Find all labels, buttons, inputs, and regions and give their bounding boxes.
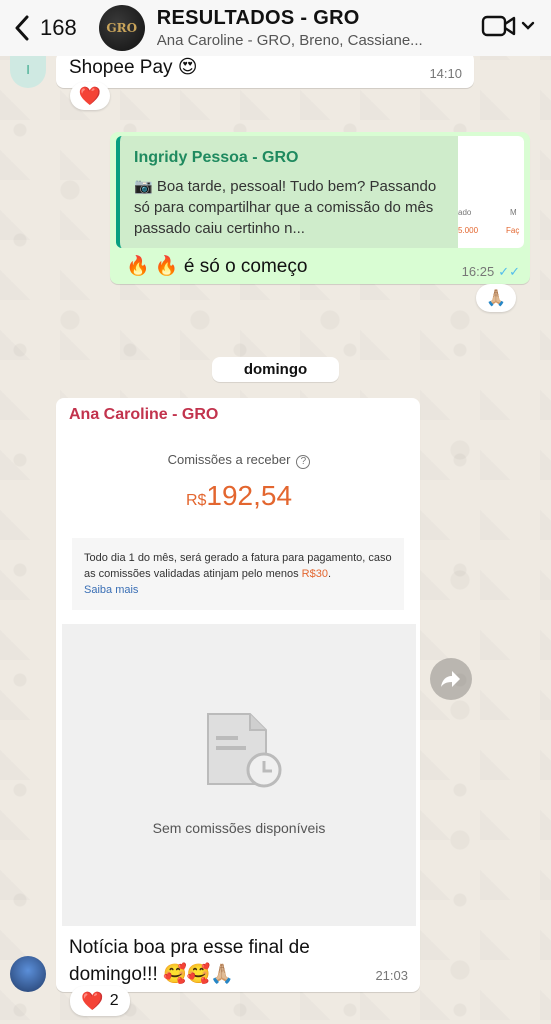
message-reaction[interactable]: ❤️ xyxy=(70,82,110,110)
learn-more-link: Saiba mais xyxy=(84,584,139,596)
info-end: . xyxy=(327,568,332,580)
image-attachment[interactable]: Comissões a receber? R$192,54 Todo dia 1… xyxy=(62,428,416,958)
back-chevron-icon xyxy=(15,15,29,41)
heart-reaction: ❤️ xyxy=(81,990,104,1011)
sender-initial: I xyxy=(26,62,30,77)
message-time: 14:10 xyxy=(429,66,462,81)
message-time: 21:03 xyxy=(375,968,408,983)
date-divider: domingo xyxy=(212,357,339,382)
chevron-down-icon xyxy=(521,21,535,30)
message-text: Shopee Pay 😍 xyxy=(69,57,198,78)
info-box: Todo dia 1 do mês, será gerado a fatura … xyxy=(72,538,404,610)
help-icon: ? xyxy=(296,455,311,469)
quoted-thumbnail: ado 5.000 M Faç xyxy=(458,136,524,248)
message-text: 🔥 🔥 é só o começo xyxy=(126,256,308,277)
thumb-text: M xyxy=(510,208,517,217)
info-amount: R$30 xyxy=(301,568,328,580)
quoted-message[interactable]: Ingridy Pessoa - GRO 📷 Boa tarde, pessoa… xyxy=(116,136,524,248)
heart-reaction: ❤️ xyxy=(78,85,102,106)
thumb-text: ado xyxy=(458,208,472,217)
commission-label-row: Comissões a receber? xyxy=(62,452,416,469)
empty-state: Sem comissões disponíveis xyxy=(62,624,416,926)
document-clock-icon xyxy=(207,713,282,788)
chat-title: RESULTADOS - GRO xyxy=(156,7,360,29)
video-call-icon xyxy=(481,15,516,37)
message-time-text: 16:25 xyxy=(461,264,495,279)
thumb-text: 5.000 xyxy=(458,226,479,235)
group-avatar[interactable]: GRO xyxy=(98,5,145,51)
amount-value: 192,54 xyxy=(206,480,293,511)
quoted-text: 📷 Boa tarde, pessoal! Tudo bem? Passando… xyxy=(134,178,437,237)
message-reaction[interactable]: 🙏🏼 xyxy=(476,284,516,312)
group-avatar-logo: GRO xyxy=(106,21,138,35)
sender-avatar[interactable] xyxy=(10,956,46,992)
commission-label: Comissões a receber xyxy=(167,452,291,467)
message-reaction[interactable]: ❤️ 2 xyxy=(70,986,130,1016)
reaction-count: 2 xyxy=(109,992,119,1009)
chat-title-area[interactable]: RESULTADOS - GRO Ana Caroline - GRO, Bre… xyxy=(157,7,447,49)
video-call-button[interactable] xyxy=(481,14,535,38)
unread-count: 168 xyxy=(40,15,77,40)
currency-symbol: R$ xyxy=(185,492,207,509)
info-text: Todo dia 1 do mês, será gerado a fatura … xyxy=(84,552,392,580)
message-time: 16:25 ✓✓ xyxy=(462,264,520,280)
thumb-text: Faç xyxy=(506,226,520,235)
message-text: Notícia boa pra esse final de domingo!!!… xyxy=(69,937,310,985)
message-bubble[interactable]: Shopee Pay 😍 14:10 xyxy=(56,52,474,88)
empty-state-text: Sem comissões disponíveis xyxy=(152,820,326,836)
forward-button[interactable] xyxy=(430,658,472,700)
incoming-message-bubble[interactable]: Ana Caroline - GRO Comissões a receber? … xyxy=(56,398,420,992)
chat-header: 168 GRO RESULTADOS - GRO Ana Caroline - … xyxy=(0,0,551,56)
forward-icon xyxy=(441,671,460,687)
quoted-sender: Ingridy Pessoa - GRO xyxy=(134,149,299,166)
pray-reaction: 🙏🏼 xyxy=(486,290,506,307)
outgoing-message-bubble[interactable]: Ingridy Pessoa - GRO 📷 Boa tarde, pessoa… xyxy=(110,132,530,284)
commission-amount: R$192,54 xyxy=(62,480,416,512)
chat-participants: Ana Caroline - GRO, Breno, Cassiane... xyxy=(156,32,423,49)
back-button[interactable]: 168 xyxy=(14,15,77,41)
read-ticks-icon: ✓✓ xyxy=(498,264,520,279)
message-sender[interactable]: Ana Caroline - GRO xyxy=(69,406,218,424)
